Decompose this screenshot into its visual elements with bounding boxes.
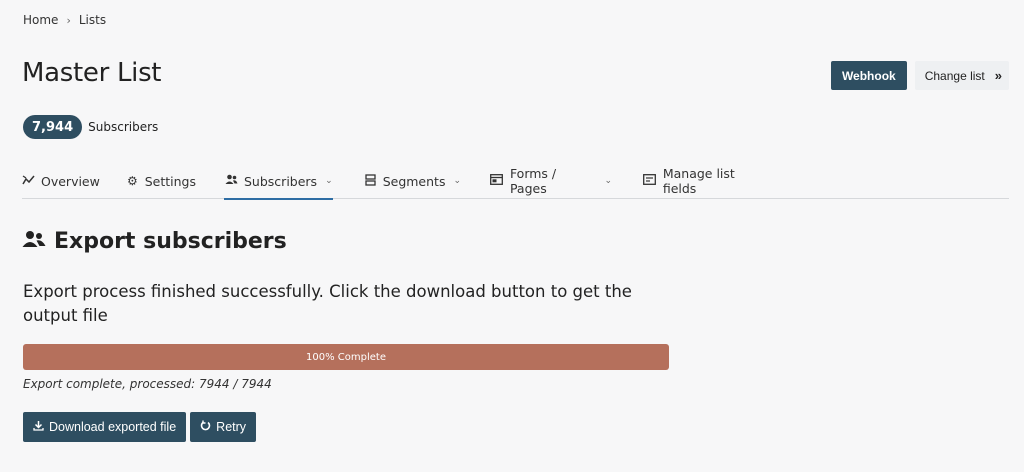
export-progress-fill: 100% Complete [23, 344, 669, 370]
subscriber-count-label: Subscribers [88, 120, 159, 134]
tab-overview[interactable]: Overview [22, 163, 100, 199]
tab-forms-pages-label: Forms / Pages [509, 166, 557, 196]
form-icon [490, 174, 504, 188]
download-exported-file-button[interactable]: Download exported file [23, 412, 187, 442]
users-icon [224, 174, 238, 188]
tab-manage-list-fields[interactable]: Manage list fields [643, 163, 771, 199]
download-icon [33, 420, 44, 434]
download-exported-file-label: Download exported file [49, 420, 177, 434]
tab-settings[interactable]: ⚙ Settings [126, 163, 196, 199]
breadcrumb-lists[interactable]: Lists [79, 13, 106, 27]
webhook-button[interactable]: Webhook [830, 61, 907, 90]
chevron-down-icon: ⌄ [453, 176, 461, 186]
chevron-down-icon: ⌄ [325, 176, 333, 186]
segments-icon [364, 173, 377, 189]
double-chevron-right-icon: » [994, 68, 1002, 83]
tab-overview-label: Overview [41, 173, 100, 189]
chart-line-icon [22, 174, 35, 189]
export-message: Export process finished successfully. Cl… [23, 282, 632, 325]
tab-manage-list-fields-label: Manage list fields [662, 166, 735, 196]
page-title: Master List [22, 58, 162, 88]
tab-forms-pages[interactable]: Forms / Pages ⌄ [490, 163, 612, 199]
users-icon [22, 230, 46, 253]
breadcrumb-separator: › [66, 13, 71, 27]
export-progress-bar: 100% Complete [23, 344, 669, 370]
header-actions: Webhook Change list » [830, 61, 1009, 90]
list-tabs: Overview ⚙ Settings Subscribers ⌄ Segmen… [22, 163, 1009, 200]
tab-settings-label: Settings [144, 173, 196, 189]
tab-segments-label: Segments [382, 173, 446, 189]
change-list-button[interactable]: Change list » [914, 61, 1009, 90]
tab-subscribers-label: Subscribers [244, 173, 318, 189]
section-title-label: Export subscribers [54, 229, 287, 254]
gear-icon: ⚙ [126, 174, 138, 188]
section-title: Export subscribers [22, 229, 287, 254]
retry-icon [200, 420, 211, 434]
retry-label: Retry [216, 420, 247, 434]
breadcrumb: Home › Lists [23, 13, 106, 27]
retry-button[interactable]: Retry [190, 412, 257, 442]
tab-subscribers[interactable]: Subscribers ⌄ [224, 163, 333, 200]
export-actions: Download exported file Retry [23, 412, 257, 442]
subscriber-count: 7,944 Subscribers [23, 115, 158, 139]
change-list-label: Change list [924, 68, 985, 83]
tab-segments[interactable]: Segments ⌄ [364, 163, 461, 199]
fields-icon [643, 174, 657, 188]
chevron-down-icon: ⌄ [604, 176, 612, 186]
breadcrumb-home[interactable]: Home [23, 13, 58, 27]
export-progress-note: Export complete, processed: 7944 / 7944 [23, 377, 272, 391]
subscriber-count-badge: 7,944 [23, 115, 83, 139]
